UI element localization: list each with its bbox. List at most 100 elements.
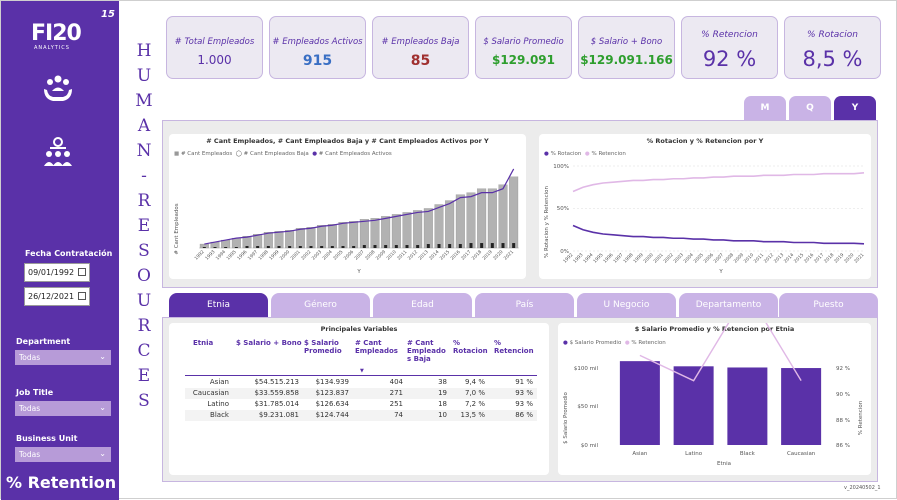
bar-empleados-baja[interactable]: [469, 243, 473, 248]
bar-empleados-baja[interactable]: [277, 246, 281, 248]
table-cell: 86 %: [515, 411, 533, 419]
bar-total-empleados[interactable]: [509, 176, 519, 249]
bar-total-empleados[interactable]: [295, 228, 305, 249]
x-tick-label: Black: [740, 451, 756, 457]
bar-empleados-baja[interactable]: [330, 246, 334, 248]
table-header[interactable]: % Retencion: [494, 339, 534, 355]
bar-total-empleados[interactable]: [381, 216, 391, 249]
period-year-button[interactable]: Y: [834, 96, 876, 120]
bar-empleados-baja[interactable]: [298, 246, 302, 248]
calendar-icon[interactable]: [78, 292, 86, 300]
bar-salario-promedio[interactable]: [619, 361, 660, 445]
table-header[interactable]: $ Salario Promedio: [304, 339, 346, 355]
bar-empleados-baja[interactable]: [320, 246, 324, 248]
bar-total-empleados[interactable]: [413, 210, 423, 249]
bar-salario-promedio[interactable]: [673, 366, 714, 445]
tab-puesto[interactable]: Puesto: [779, 293, 878, 317]
bar-total-empleados[interactable]: [402, 212, 412, 249]
bar-empleados-baja[interactable]: [405, 245, 409, 248]
bar-empleados-baja[interactable]: [213, 247, 217, 248]
tab-edad[interactable]: Edad: [373, 293, 472, 317]
bar-total-empleados[interactable]: [231, 237, 241, 249]
dashboard: FI20 ANALYTICS 15 Fecha Contratación 09/…: [0, 0, 897, 500]
chevron-down-icon: ⌄: [99, 403, 106, 412]
x-tick-label: 1994: [215, 249, 227, 261]
sort-desc-icon[interactable]: ▼: [360, 368, 364, 374]
tab-unegocio[interactable]: U Negocio: [577, 293, 676, 317]
bar-empleados-baja[interactable]: [266, 246, 270, 248]
bar-total-empleados[interactable]: [391, 214, 401, 249]
bar-total-empleados[interactable]: [263, 232, 273, 249]
bar-empleados-baja[interactable]: [341, 246, 345, 248]
table-header[interactable]: # Cant Empleados: [355, 339, 398, 355]
bar-empleados-baja[interactable]: [448, 244, 452, 248]
bar-empleados-baja[interactable]: [480, 243, 484, 248]
tab-etnia[interactable]: Etnia: [169, 293, 268, 317]
bar-total-empleados[interactable]: [498, 184, 508, 249]
bar-total-empleados[interactable]: [349, 221, 359, 249]
bar-empleados-baja[interactable]: [426, 244, 430, 248]
date-to-input[interactable]: 26/12/2021: [24, 287, 90, 306]
table-cell: 19: [438, 389, 447, 397]
kpi-value: $129.091.166: [580, 53, 673, 67]
bar-empleados-baja[interactable]: [458, 244, 462, 248]
calendar-icon[interactable]: [78, 268, 86, 276]
period-quarter-button[interactable]: Q: [789, 96, 831, 120]
bar-empleados-baja[interactable]: [234, 247, 238, 248]
bar-empleados-baja[interactable]: [352, 246, 356, 248]
bar-total-empleados[interactable]: [317, 225, 327, 249]
bar-empleados-baja[interactable]: [362, 245, 366, 248]
table-cell: Black: [210, 411, 229, 419]
bar-total-empleados[interactable]: [445, 200, 455, 249]
bar-total-empleados[interactable]: [423, 208, 433, 249]
bar-total-empleados[interactable]: [466, 192, 476, 249]
x-tick-label: 2001: [652, 252, 664, 264]
bar-empleados-baja[interactable]: [373, 245, 377, 248]
bar-empleados-baja[interactable]: [256, 246, 260, 248]
tab-departamento[interactable]: Departamento: [679, 293, 778, 317]
bar-total-empleados[interactable]: [477, 188, 487, 249]
bar-total-empleados[interactable]: [285, 230, 295, 249]
bar-empleados-baja[interactable]: [309, 246, 313, 248]
bar-salario-promedio[interactable]: [727, 367, 768, 445]
bar-empleados-baja[interactable]: [512, 243, 516, 248]
business-unit-select[interactable]: Todas ⌄: [15, 447, 111, 462]
bar-total-empleados[interactable]: [274, 231, 284, 249]
line-retencion[interactable]: [639, 323, 802, 382]
bar-total-empleados[interactable]: [487, 188, 497, 249]
line-rotacion[interactable]: [572, 224, 865, 245]
table-header[interactable]: # Cant Empleado s Baja: [407, 339, 447, 363]
bar-total-empleados[interactable]: [306, 227, 316, 249]
bar-total-empleados[interactable]: [221, 239, 231, 249]
table-header[interactable]: Etnia: [193, 339, 213, 347]
bar-total-empleados[interactable]: [359, 219, 369, 249]
x-tick-label: 2003: [311, 249, 323, 261]
y-tick-label: 100%: [553, 164, 569, 170]
table-header[interactable]: % Rotacion: [453, 339, 489, 355]
bar-empleados-baja[interactable]: [416, 245, 420, 248]
bar-empleados-baja[interactable]: [202, 247, 206, 248]
date-from-input[interactable]: 09/01/1992: [24, 263, 90, 282]
table-header[interactable]: $ Salario + Bono: [236, 339, 302, 347]
period-month-button[interactable]: M: [744, 96, 786, 120]
department-select[interactable]: Todas ⌄: [15, 350, 111, 365]
bar-empleados-baja[interactable]: [394, 245, 398, 248]
bar-empleados-baja[interactable]: [245, 246, 249, 248]
bar-empleados-baja[interactable]: [501, 243, 505, 248]
job-title-select[interactable]: Todas ⌄: [15, 401, 111, 416]
line-retencion[interactable]: [572, 172, 865, 193]
bar-total-empleados[interactable]: [434, 204, 444, 249]
bar-total-empleados[interactable]: [327, 224, 337, 249]
bar-total-empleados[interactable]: [338, 222, 348, 249]
retention-page-label[interactable]: % Retention: [6, 473, 116, 492]
bar-empleados-baja[interactable]: [490, 243, 494, 248]
bar-empleados-baja[interactable]: [224, 247, 228, 248]
x-tick-label: Asian: [632, 451, 648, 457]
bar-total-empleados[interactable]: [370, 218, 380, 249]
tab-pais[interactable]: País: [475, 293, 574, 317]
tab-genero[interactable]: Género: [271, 293, 370, 317]
bar-total-empleados[interactable]: [455, 194, 465, 249]
bar-empleados-baja[interactable]: [384, 245, 388, 248]
bar-empleados-baja[interactable]: [437, 244, 441, 248]
bar-empleados-baja[interactable]: [288, 246, 292, 248]
